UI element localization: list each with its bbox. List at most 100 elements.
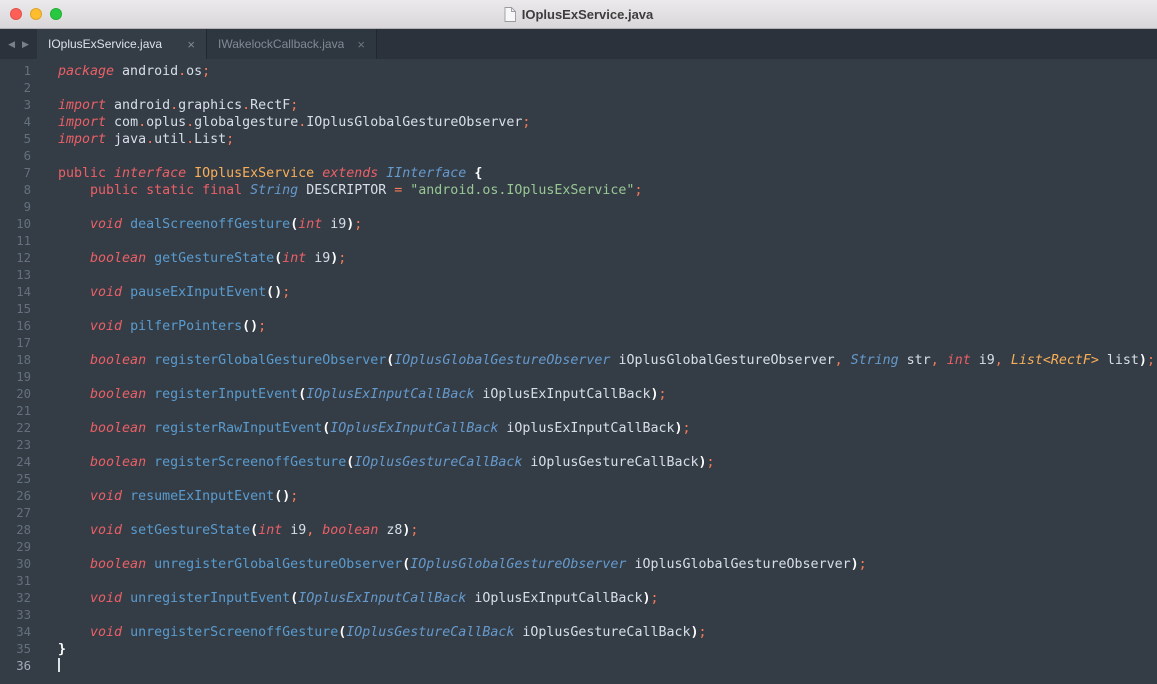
tab-iwakelockcallback[interactable]: IWakelockCallback.java × — [207, 29, 377, 59]
code-text: public interface IOplusExService extends… — [58, 165, 482, 182]
code-text: boolean registerInputEvent(IOplusExInput… — [58, 386, 667, 403]
code-text: boolean registerScreenoffGesture(IOplusG… — [58, 454, 715, 471]
code-text: public static final String DESCRIPTOR = … — [58, 182, 642, 199]
code-text — [58, 658, 60, 675]
line-number: 26 — [0, 488, 31, 505]
code-line: 3 import android.graphics.RectF; — [0, 97, 1157, 114]
line-number: 1 — [0, 63, 31, 80]
code-line: 28 void setGestureState(int i9, boolean … — [0, 522, 1157, 539]
code-line: 20 boolean registerInputEvent(IOplusExIn… — [0, 386, 1157, 403]
line-number: 22 — [0, 420, 31, 437]
window-title-group: IOplusExService.java — [504, 7, 654, 22]
line-number: 28 — [0, 522, 31, 539]
code-text: void unregisterScreenoffGesture(IOplusGe… — [58, 624, 707, 641]
code-text: boolean getGestureState(int i9); — [58, 250, 346, 267]
line-number: 8 — [0, 182, 31, 199]
text-cursor — [58, 658, 60, 672]
code-line: 32 void unregisterInputEvent(IOplusExInp… — [0, 590, 1157, 607]
document-icon — [504, 7, 516, 22]
code-line: 16 void pilferPointers(); — [0, 318, 1157, 335]
line-number: 2 — [0, 80, 31, 97]
line-number: 19 — [0, 369, 31, 386]
title-bar: IOplusExService.java — [0, 0, 1157, 29]
code-text: void unregisterInputEvent(IOplusExInputC… — [58, 590, 658, 607]
code-line: 24 boolean registerScreenoffGesture(IOpl… — [0, 454, 1157, 471]
line-number: 16 — [0, 318, 31, 335]
code-line: 18 boolean registerGlobalGestureObserver… — [0, 352, 1157, 369]
close-window-button[interactable] — [10, 8, 22, 20]
line-number: 13 — [0, 267, 31, 284]
line-number: 10 — [0, 216, 31, 233]
code-text: void dealScreenoffGesture(int i9); — [58, 216, 362, 233]
line-number: 20 — [0, 386, 31, 403]
code-line: 31 — [0, 573, 1157, 590]
line-number: 25 — [0, 471, 31, 488]
line-number: 29 — [0, 539, 31, 556]
code-line: 34 void unregisterScreenoffGesture(IOplu… — [0, 624, 1157, 641]
code-line: 25 — [0, 471, 1157, 488]
code-line: 12 boolean getGestureState(int i9); — [0, 250, 1157, 267]
code-line: 36 — [0, 658, 1157, 675]
code-line: 26 void resumeExInputEvent(); — [0, 488, 1157, 505]
tab-ioplusexservice[interactable]: IOplusExService.java × — [37, 29, 207, 59]
close-tab-icon[interactable]: × — [349, 38, 365, 51]
back-arrow-icon[interactable]: ◀ — [8, 39, 15, 50]
line-number: 6 — [0, 148, 31, 165]
line-number: 23 — [0, 437, 31, 454]
code-line: 27 — [0, 505, 1157, 522]
code-line: 30 boolean unregisterGlobalGestureObserv… — [0, 556, 1157, 573]
line-number: 36 — [0, 658, 31, 675]
code-line: 21 — [0, 403, 1157, 420]
line-number: 27 — [0, 505, 31, 522]
code-line: 1 package android.os; — [0, 63, 1157, 80]
line-number: 30 — [0, 556, 31, 573]
code-line: 13 — [0, 267, 1157, 284]
line-number: 31 — [0, 573, 31, 590]
line-number: 3 — [0, 97, 31, 114]
code-line: 22 boolean registerRawInputEvent(IOplusE… — [0, 420, 1157, 437]
close-tab-icon[interactable]: × — [179, 38, 195, 51]
code-line: 33 — [0, 607, 1157, 624]
code-line: 5import java.util.List; — [0, 131, 1157, 148]
code-line: 9 — [0, 199, 1157, 216]
zoom-window-button[interactable] — [50, 8, 62, 20]
code-line: 11 — [0, 233, 1157, 250]
code-line: 10 void dealScreenoffGesture(int i9); — [0, 216, 1157, 233]
code-text: package android.os; — [58, 63, 210, 80]
code-text: import com.oplus.globalgesture.IOplusGlo… — [58, 114, 530, 131]
code-text: } — [58, 641, 66, 658]
code-line: 15 — [0, 301, 1157, 318]
code-text: void resumeExInputEvent(); — [58, 488, 298, 505]
line-number: 15 — [0, 301, 31, 318]
tab-label: IWakelockCallback.java — [218, 37, 344, 51]
line-number: 21 — [0, 403, 31, 420]
code-text: import android.graphics.RectF; — [58, 97, 298, 114]
code-line: 14 void pauseExInputEvent(); — [0, 284, 1157, 301]
line-number: 32 — [0, 590, 31, 607]
code-line: 2 — [0, 80, 1157, 97]
code-text: boolean unregisterGlobalGestureObserver(… — [58, 556, 867, 573]
line-number: 9 — [0, 199, 31, 216]
code-editor[interactable]: 1 package android.os; 23 import android.gra… — [0, 59, 1157, 684]
line-number: 14 — [0, 284, 31, 301]
tab-label: IOplusExService.java — [48, 37, 162, 51]
line-number: 34 — [0, 624, 31, 641]
window-title: IOplusExService.java — [522, 7, 654, 22]
code-line: 17 — [0, 335, 1157, 352]
line-number: 33 — [0, 607, 31, 624]
code-line: 35} — [0, 641, 1157, 658]
line-number: 18 — [0, 352, 31, 369]
code-line: 8 public static final String DESCRIPTOR … — [0, 182, 1157, 199]
line-number: 35 — [0, 641, 31, 658]
code-text: void pauseExInputEvent(); — [58, 284, 290, 301]
line-number: 5 — [0, 131, 31, 148]
minimize-window-button[interactable] — [30, 8, 42, 20]
line-number: 12 — [0, 250, 31, 267]
code-line: 19 — [0, 369, 1157, 386]
tab-history-nav: ◀ ▶ — [0, 29, 37, 59]
line-number: 24 — [0, 454, 31, 471]
code-line: 23 — [0, 437, 1157, 454]
line-number: 7 — [0, 165, 31, 182]
forward-arrow-icon[interactable]: ▶ — [22, 39, 29, 50]
code-line: 7 public interface IOplusExService extend… — [0, 165, 1157, 182]
